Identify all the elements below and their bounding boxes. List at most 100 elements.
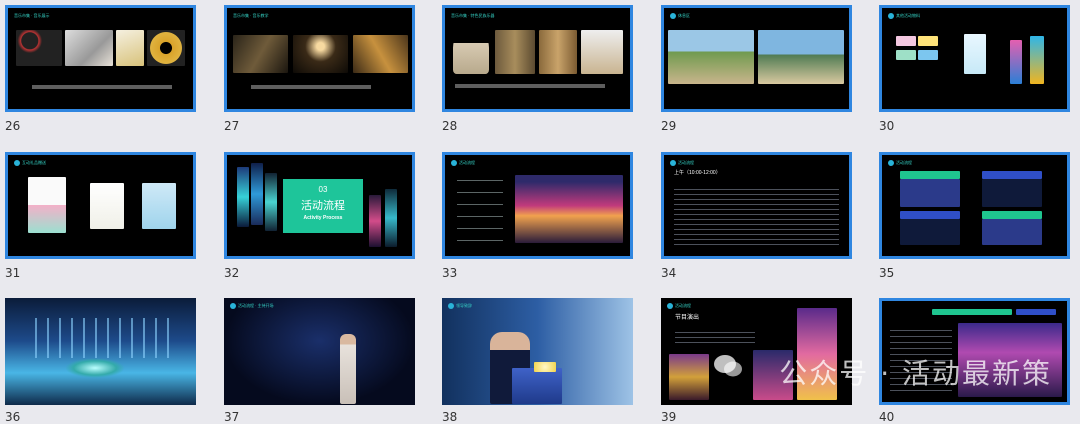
lanyard-image: [964, 34, 986, 74]
performance-image: [669, 354, 709, 400]
slide-number: 40: [879, 410, 895, 424]
slide-number: 33: [442, 266, 458, 280]
slide-title: 活动流程 · 主持开场: [230, 303, 274, 309]
slide-body-text: [251, 85, 371, 89]
rest-area-image: [758, 30, 844, 84]
stage-light-image: [369, 195, 381, 247]
slide-title: 互动礼品赠送: [14, 160, 46, 166]
slide-thumbnail-37[interactable]: 活动流程 · 主持开场: [224, 298, 415, 405]
stage-light-image: [251, 163, 263, 225]
slide-number: 30: [879, 119, 895, 133]
concert-image: [515, 175, 623, 243]
logo-icon: [667, 303, 673, 309]
header-bar: [1016, 309, 1056, 315]
slide-thumbnail-27[interactable]: 音乐市集 · 音乐教学: [224, 5, 415, 112]
album-image: [65, 30, 113, 66]
stage-light-image: [385, 189, 397, 247]
rest-area-image: [668, 30, 754, 84]
vinyl-records-image: [16, 30, 62, 66]
logo-icon: [670, 13, 676, 19]
stage-box: [900, 211, 960, 219]
slide-thumbnail-29[interactable]: 休息区: [661, 5, 852, 112]
section-title-box: 03 活动流程 Activity Process: [283, 179, 363, 233]
slide-title: 音乐市集 · 特色民族乐器: [451, 13, 495, 18]
slide-number: 26: [5, 119, 21, 133]
watermark-text: 公众号 · 活动最新策: [779, 357, 1052, 390]
rollup-banner-image: [1010, 40, 1022, 84]
slide-number: 34: [661, 266, 677, 280]
logo-icon: [888, 13, 894, 19]
tote-bag-image: [28, 177, 66, 233]
slide-number: 39: [661, 410, 677, 424]
instruments-image: [581, 30, 623, 74]
stage-box: [982, 171, 1042, 179]
slide-body-text: [32, 85, 172, 89]
signage-image: [918, 36, 938, 46]
poster-image: [116, 30, 144, 66]
slide-number: 29: [661, 119, 677, 133]
stage-structure-image: [25, 318, 175, 358]
rollup-banner-image: [1030, 36, 1044, 84]
flowers-image: [534, 362, 556, 372]
stage-box: [900, 171, 960, 179]
signage-image: [918, 50, 938, 60]
slide-title: 休息区: [670, 13, 690, 19]
slide-heading: 上午（10:00-12:00）: [674, 170, 721, 176]
slide-thumbnail-33[interactable]: 活动流程: [442, 152, 633, 259]
section-badge: 03: [318, 185, 328, 194]
cd-image: [147, 30, 185, 66]
cup-image: [90, 183, 124, 229]
fan-image: [142, 183, 176, 229]
host-image: [340, 334, 356, 404]
slide-title: 领导致辞: [448, 303, 472, 309]
guitar-image: [353, 35, 408, 73]
instruments-image: [539, 30, 577, 74]
podium-image: [512, 368, 562, 404]
slide-thumbnail-32[interactable]: 03 活动流程 Activity Process: [224, 152, 415, 259]
slide-thumbnail-38[interactable]: 领导致辞: [442, 298, 633, 405]
drum-image: [453, 30, 489, 74]
section-title: 活动流程: [301, 200, 345, 212]
slide-number: 36: [5, 410, 21, 424]
logo-icon: [448, 303, 454, 309]
slide-thumbnail-34[interactable]: 活动流程 上午（10:00-12:00）: [661, 152, 852, 259]
slide-body-text: [675, 328, 755, 346]
slide-thumbnail-35[interactable]: 活动流程: [879, 152, 1070, 259]
slide-body-text: [674, 185, 839, 245]
guitar-image: [233, 35, 288, 73]
stage-detail: [982, 219, 1042, 245]
slide-thumbnail-31[interactable]: 互动礼品赠送: [5, 152, 196, 259]
stage-floor-image: [65, 358, 125, 378]
slide-title: 其他活动物料: [888, 13, 920, 19]
header-bar: [932, 309, 1012, 315]
signage-image: [896, 50, 916, 60]
logo-icon: [670, 160, 676, 166]
slide-title: 活动流程: [670, 160, 694, 166]
slide-number: 38: [442, 410, 458, 424]
slide-number: 37: [224, 410, 240, 424]
wechat-icon: [714, 355, 742, 377]
stage-box: [982, 211, 1042, 219]
slide-thumbnail-36[interactable]: [5, 298, 196, 405]
slide-title: 活动流程: [888, 160, 912, 166]
slide-number: 28: [442, 119, 458, 133]
slide-thumbnail-30[interactable]: 其他活动物料: [879, 5, 1070, 112]
logo-icon: [14, 160, 20, 166]
signage-image: [896, 36, 916, 46]
section-subtitle: Activity Process: [303, 215, 343, 221]
slide-number: 31: [5, 266, 21, 280]
slide-heading: 节目演出: [675, 315, 700, 321]
slide-thumbnail-28[interactable]: 音乐市集 · 特色民族乐器: [442, 5, 633, 112]
slide-thumbnail-26[interactable]: 音乐市集 · 音乐展示: [5, 5, 196, 112]
slide-title: 音乐市集 · 音乐教学: [233, 13, 269, 18]
logo-icon: [888, 160, 894, 166]
logo-icon: [230, 303, 236, 309]
slide-number: 27: [224, 119, 240, 133]
slide-title: 活动流程: [667, 303, 691, 309]
instruments-image: [495, 30, 535, 74]
slide-body-text: [455, 84, 605, 88]
stage-light-image: [265, 173, 277, 231]
schedule-list: [457, 175, 503, 245]
stage-detail: [900, 219, 960, 245]
stage-detail: [982, 179, 1042, 207]
